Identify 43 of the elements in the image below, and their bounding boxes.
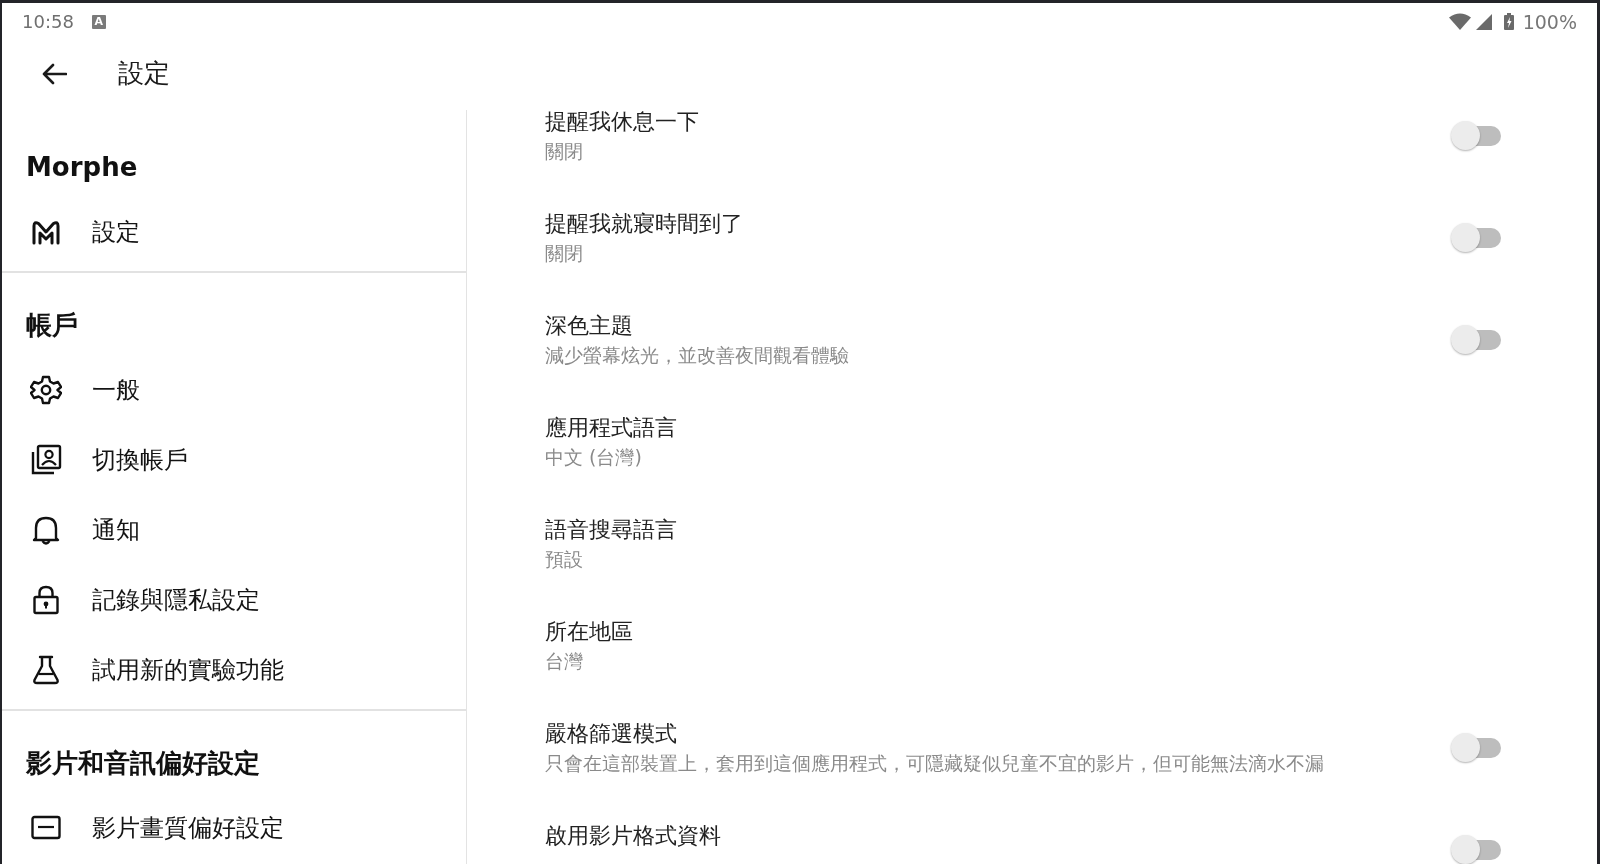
setting-description: 關閉 xyxy=(545,241,584,266)
sidebar-item[interactable]: 影片畫質偏好設定 xyxy=(2,793,466,863)
setting-description: 減少螢幕炫光，並改善夜間觀看體驗 xyxy=(545,343,850,368)
setting-description: 中文 (台灣) xyxy=(545,445,643,470)
setting-description: 關閉 xyxy=(545,139,584,164)
lock-icon xyxy=(30,584,62,616)
sidebar-item[interactable]: 通知 xyxy=(2,495,466,565)
keyboard-indicator: A xyxy=(91,14,106,29)
toggle-switch[interactable] xyxy=(1451,121,1501,151)
wifi-icon xyxy=(1448,13,1471,30)
setting-title: 提醒我休息一下 xyxy=(545,108,700,136)
sidebar-item[interactable]: 記錄與隱私設定 xyxy=(2,565,466,635)
sidebar-item[interactable]: 設定 xyxy=(2,197,466,267)
setting-title: 應用程式語言 xyxy=(545,414,678,442)
sidebar-item[interactable]: 一般 xyxy=(2,355,466,425)
battery-charging-icon xyxy=(1503,13,1514,30)
sidebar-item[interactable]: 切換帳戶 xyxy=(2,425,466,495)
signal-icon xyxy=(1475,13,1492,30)
toggle-switch[interactable] xyxy=(1451,733,1501,763)
setting-description: 台灣 xyxy=(545,649,584,674)
bell-icon xyxy=(30,514,62,546)
toggle-switch[interactable] xyxy=(1451,223,1501,253)
setting-title: 嚴格篩選模式 xyxy=(545,720,678,748)
setting-title: 提醒我就寢時間到了 xyxy=(545,210,744,238)
toggle-switch[interactable] xyxy=(1451,325,1501,355)
section-heading: 影片和音訊偏好設定 xyxy=(25,747,261,780)
setting-title: 啟用影片格式資料 xyxy=(545,822,722,850)
gear-icon xyxy=(30,374,62,406)
setting-description: 預設 xyxy=(545,547,584,572)
section-heading: Morphe xyxy=(25,151,139,184)
status-time: 10:58 xyxy=(22,11,74,32)
flask-icon xyxy=(30,654,62,686)
setting-title: 深色主題 xyxy=(545,312,634,340)
sidebar-item[interactable]: 試用新的實驗功能 xyxy=(2,635,466,705)
setting-title: 所在地區 xyxy=(545,618,634,646)
toggle-switch[interactable] xyxy=(1451,835,1501,864)
battery-percent: 100% xyxy=(1522,10,1577,33)
section-heading: 帳戶 xyxy=(25,309,79,342)
back-arrow-icon xyxy=(41,62,67,85)
setting-description: 只會在這部裝置上，套用到這個應用程式，可隱藏疑似兒童不宜的影片，但可能無法滴水不漏 xyxy=(545,751,1325,776)
setting-title: 語音搜尋語言 xyxy=(545,516,678,544)
page-title: 設定 xyxy=(118,57,170,90)
account-box-icon xyxy=(30,444,62,476)
